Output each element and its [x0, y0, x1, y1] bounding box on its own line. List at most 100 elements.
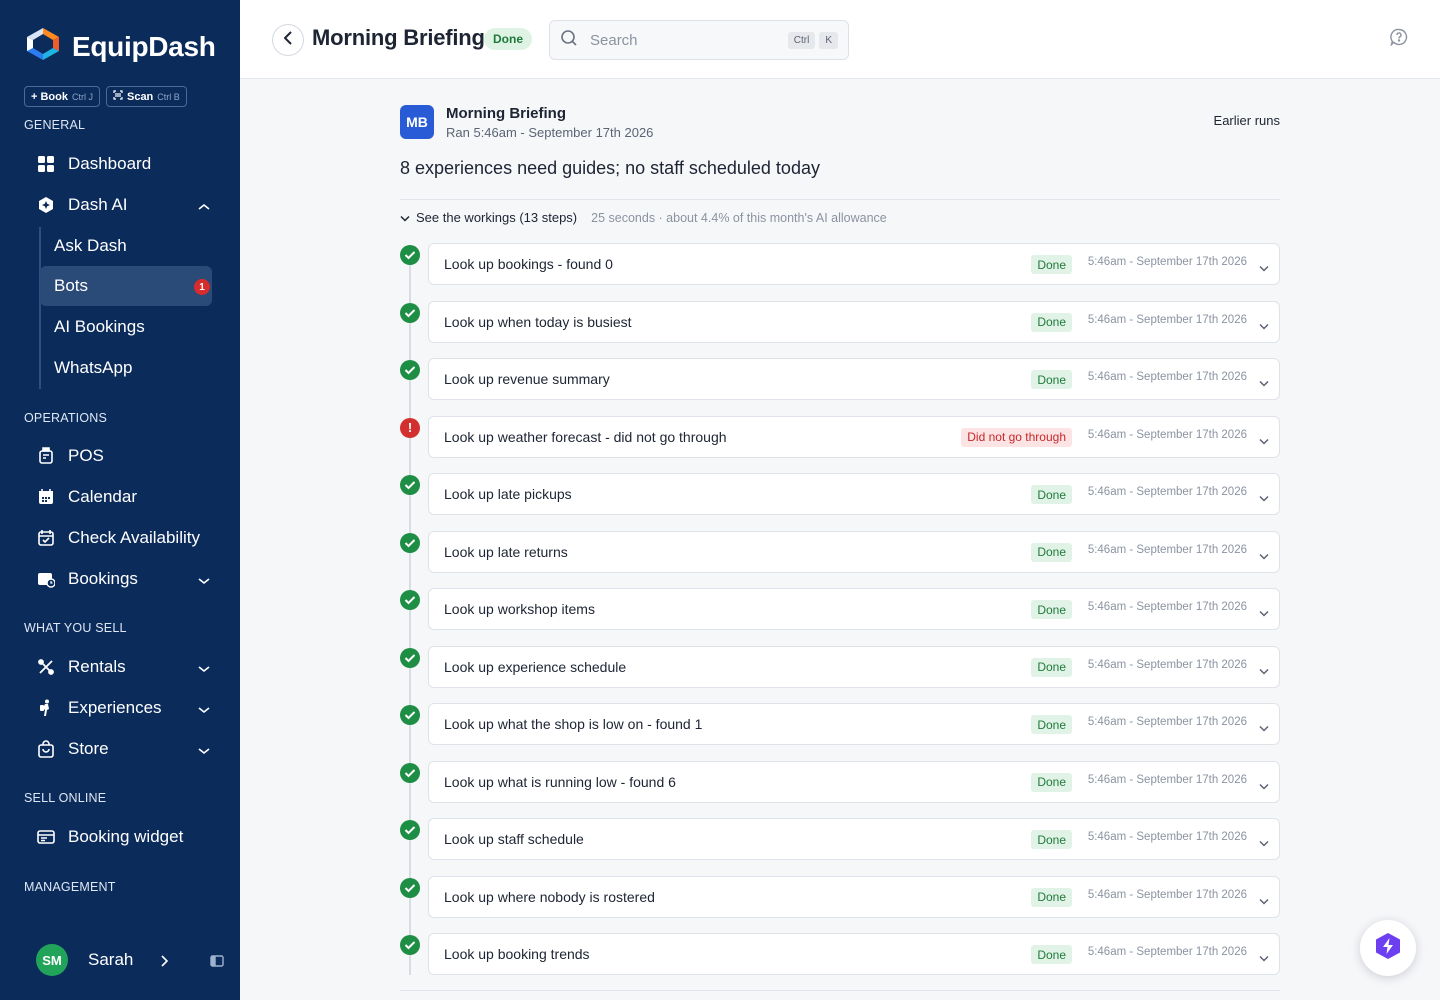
step-row[interactable]: Look up what the shop is low on - found … — [428, 703, 1280, 745]
ai-assistant-button[interactable] — [1360, 920, 1416, 976]
page-title: Morning Briefing — [312, 25, 485, 50]
nav-bots[interactable]: Bots 1 — [40, 266, 212, 306]
nav-pos-label: POS — [68, 446, 104, 465]
run-header: MB Morning Briefing Ran 5:46am - Septemb… — [400, 105, 1280, 141]
step-label: Look up late pickups — [444, 486, 572, 502]
nav-dashboard[interactable]: Dashboard — [24, 144, 216, 184]
nav-rentals-label: Rentals — [68, 657, 126, 676]
ai-hexagon-icon — [36, 195, 56, 215]
run-timestamp: Ran 5:46am - September 17th 2026 — [446, 125, 654, 140]
nav-dash-ai[interactable]: Dash AI — [24, 185, 216, 225]
check-circle-icon — [400, 877, 420, 898]
step-label: Look up late returns — [444, 543, 568, 560]
chevron-down-icon — [198, 740, 210, 760]
nav-pos[interactable]: POS — [24, 436, 216, 476]
step-row[interactable]: Look up late pickups Done 5:46am - Septemb… — [428, 473, 1280, 515]
nav-whatsapp-label: WhatsApp — [54, 358, 133, 377]
chevron-right-icon — [160, 954, 169, 972]
step-row[interactable]: Look up what is running low - found 6 Don… — [428, 760, 1280, 803]
quick-actions: + Book Ctrl J Scan Ctrl B — [24, 86, 187, 107]
step-row[interactable]: Look up staff schedule Done 5:46am - Septe… — [428, 818, 1280, 860]
step-time: 5:46am - September 17th 2026 — [1087, 831, 1247, 843]
step-time: 5:46am - September 17th 2026 — [1087, 888, 1247, 901]
error-icon: ! — [400, 417, 420, 438]
step-time: 5:46am - September 17th 2026 — [1087, 658, 1247, 671]
step-time: 5:46am - September 17th 2026 — [1087, 716, 1247, 728]
step-status-badge: Done — [1031, 945, 1072, 964]
step-row[interactable]: Look up late returns Done 5:46am - Septemb… — [428, 530, 1280, 573]
nav-store[interactable]: Store — [24, 729, 216, 769]
nav-dashboard-label: Dashboard — [68, 154, 152, 173]
step-row[interactable]: Look up where nobody is rostered Done 5:46… — [428, 875, 1280, 918]
step-row[interactable]: Look up when today is busiest Done 5:46am … — [428, 300, 1280, 343]
quick-scan-shortcut: Ctrl B — [157, 91, 180, 102]
bot-name: Morning Briefing — [446, 105, 566, 122]
chevron-down-icon — [1259, 662, 1269, 680]
search-input[interactable] — [590, 31, 770, 49]
step-time: 5:46am - September 17th 2026 — [1087, 256, 1247, 268]
chevron-down-icon — [1259, 489, 1269, 507]
step-label: Look up experience schedule — [444, 658, 627, 675]
check-circle-icon — [400, 820, 420, 840]
shopping-bag-icon — [36, 739, 56, 759]
step-status-badge: Done — [1031, 600, 1072, 619]
check-circle-icon — [400, 705, 420, 725]
register-icon — [36, 446, 56, 466]
nav-rentals[interactable]: Rentals — [24, 647, 216, 687]
chevron-down-icon — [1259, 777, 1269, 795]
widget-icon — [36, 827, 56, 847]
search-icon — [560, 29, 578, 52]
step-label: Look up booking trends — [444, 946, 590, 962]
back-button[interactable] — [272, 24, 304, 56]
step-status-badge: Did not go through — [961, 427, 1072, 447]
earlier-runs-link[interactable]: Earlier runs — [1214, 113, 1280, 128]
section-general: GENERAL — [24, 118, 86, 132]
help-icon[interactable] — [1390, 28, 1408, 51]
step-time: 5:46am - September 17th 2026 — [1087, 543, 1247, 556]
workings-meta: 25 seconds · about 4.4% of this month's … — [591, 210, 887, 225]
chevron-down-icon — [198, 699, 210, 719]
search-box[interactable]: Ctrl K — [549, 20, 849, 60]
lightning-hexagon-icon — [1375, 932, 1401, 965]
quick-book-button[interactable]: + Book Ctrl J — [24, 86, 100, 107]
step-row[interactable]: Look up bookings - found 0 Done 5:46am - S… — [428, 243, 1280, 285]
step-row[interactable]: Look up revenue summary Done 5:46am - Sept… — [428, 358, 1280, 400]
workings-toggle[interactable]: See the workings (13 steps) 25 seconds ·… — [400, 210, 887, 225]
nav-bookings[interactable]: Bookings — [24, 559, 216, 599]
scan-icon — [113, 90, 123, 103]
collapse-sidebar-icon[interactable] — [210, 954, 224, 972]
step-row[interactable]: Look up booking trends Done 5:46am - Septe… — [428, 933, 1280, 975]
divider — [400, 990, 1280, 991]
quick-scan-button[interactable]: Scan Ctrl B — [105, 86, 187, 107]
rentals-icon — [36, 657, 56, 677]
nav-whatsapp[interactable]: WhatsApp — [40, 348, 212, 388]
step-row[interactable]: Look up weather forecast - did not go th… — [428, 415, 1280, 458]
nav-booking-widget[interactable]: Booking widget — [24, 817, 216, 857]
step-status-badge: Done — [1031, 255, 1072, 274]
chevron-down-icon — [1259, 547, 1269, 565]
bookings-icon — [36, 569, 56, 589]
brand[interactable]: EquipDash — [24, 26, 216, 67]
nav-ask-dash[interactable]: Ask Dash — [40, 226, 212, 266]
step-label: Look up bookings - found 0 — [444, 256, 613, 272]
nav-ai-bookings[interactable]: AI Bookings — [40, 307, 212, 347]
step-row[interactable]: Look up workshop items Done 5:46am - Septe… — [428, 588, 1280, 630]
nav-experiences[interactable]: Experiences — [24, 688, 216, 728]
chevron-down-icon — [1259, 949, 1269, 967]
user-menu[interactable]: SM Sarah — [36, 944, 226, 976]
check-circle-icon — [400, 475, 420, 495]
grid-icon — [36, 154, 56, 174]
chevron-down-icon — [1259, 432, 1269, 450]
chevron-down-icon — [1259, 892, 1269, 910]
step-row[interactable]: Look up experience schedule Done 5:46am - … — [428, 645, 1280, 688]
run-summary: 8 experiences need guides; no staff sche… — [400, 158, 820, 178]
nav-check-availability[interactable]: Check Availability — [24, 518, 216, 558]
nav-store-label: Store — [68, 739, 109, 758]
chevron-down-icon — [400, 210, 410, 225]
topbar: Morning Briefing Done Ctrl K — [240, 0, 1440, 79]
hiker-icon — [36, 698, 56, 718]
step-status-badge: Done — [1031, 830, 1072, 849]
sidebar: EquipDash + Book Ctrl J Scan Ctrl B GENE… — [0, 0, 240, 1000]
nav-bookings-label: Bookings — [68, 569, 138, 588]
nav-calendar[interactable]: Calendar — [24, 477, 216, 517]
